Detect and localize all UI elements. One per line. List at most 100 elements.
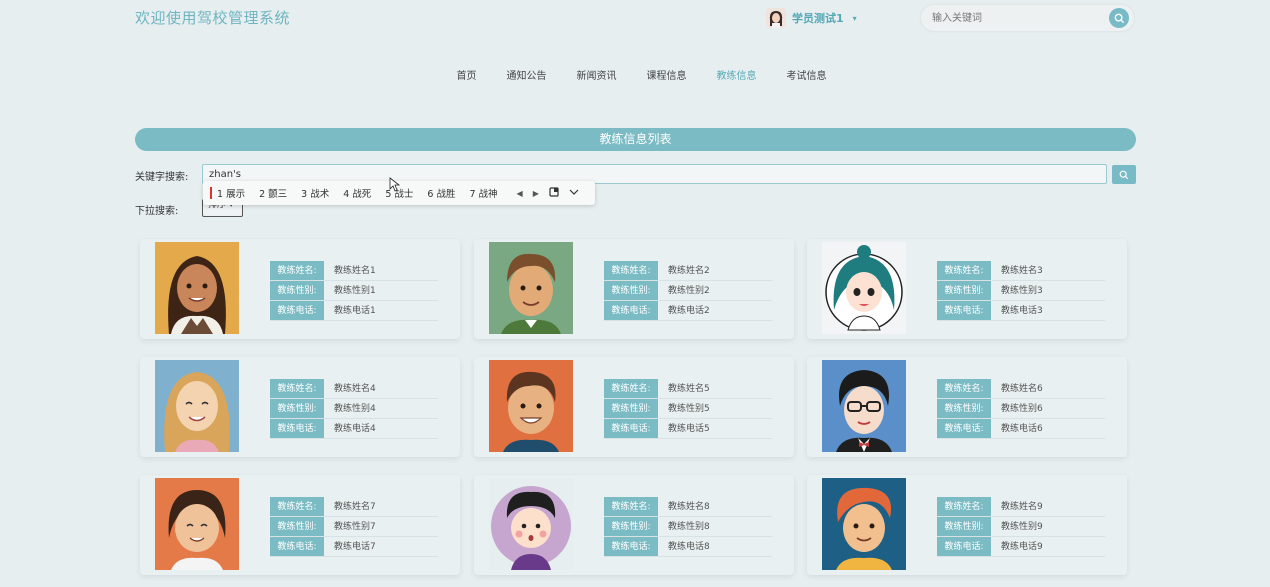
coach-gender-row: 教练性别: 教练性别8	[604, 517, 772, 537]
coach-info-table: 教练姓名: 教练姓名4 教练性别: 教练性别4 教练电话: 教练电话4	[270, 379, 438, 439]
coach-phone-label: 教练电话:	[937, 419, 991, 438]
coach-phone-row: 教练电话: 教练电话5	[604, 419, 772, 439]
ime-next-icon[interactable]: ▶	[533, 189, 539, 198]
coach-info-table: 教练姓名: 教练姓名7 教练性别: 教练性别7 教练电话: 教练电话7	[270, 497, 438, 557]
coach-gender-label: 教练性别:	[937, 517, 991, 536]
coach-gender-value: 教练性别9	[1001, 522, 1043, 532]
coach-phone-row: 教练电话: 教练电话4	[270, 419, 438, 439]
ime-highlight-marker	[210, 187, 212, 199]
nav-item-news[interactable]: 新闻资讯	[562, 67, 632, 82]
coach-name-value: 教练姓名3	[1001, 266, 1043, 276]
coach-phone-label: 教练电话:	[604, 301, 658, 320]
coach-name-label: 教练姓名:	[604, 379, 658, 398]
coach-phone-label: 教练电话:	[270, 419, 324, 438]
coach-gender-value: 教练性别6	[1001, 404, 1043, 414]
coach-name-value: 教练姓名7	[334, 502, 376, 512]
coach-phone-value: 教练电话5	[668, 424, 710, 434]
mouse-cursor-icon	[389, 177, 400, 192]
coach-gender-row: 教练性别: 教练性别1	[270, 281, 438, 301]
coach-gender-row: 教练性别: 教练性别5	[604, 399, 772, 419]
coach-gender-label: 教练性别:	[604, 399, 658, 418]
coach-phone-row: 教练电话: 教练电话3	[937, 301, 1105, 321]
ime-candidate[interactable]: 1 展示	[217, 186, 245, 200]
coach-gender-value: 教练性别8	[668, 522, 710, 532]
coach-gender-row: 教练性别: 教练性别4	[270, 399, 438, 419]
coach-card[interactable]: 教练姓名: 教练姓名2 教练性别: 教练性别2 教练电话: 教练电话2	[474, 239, 794, 339]
nav-item-courses[interactable]: 课程信息	[632, 67, 702, 82]
nav-item-notices[interactable]: 通知公告	[492, 67, 562, 82]
coach-info-table: 教练姓名: 教练姓名3 教练性别: 教练性别3 教练电话: 教练电话3	[937, 261, 1105, 321]
coach-name-label: 教练姓名:	[604, 261, 658, 280]
ime-candidate[interactable]: 2 颤三	[259, 186, 287, 200]
coach-gender-value: 教练性别2	[668, 286, 710, 296]
coach-name-value: 教练姓名9	[1001, 502, 1043, 512]
coach-name-label: 教练姓名:	[937, 261, 991, 280]
coach-name-row: 教练姓名: 教练姓名2	[604, 261, 772, 281]
main-nav: 首页 通知公告 新闻资讯 课程信息 教练信息 考试信息	[0, 67, 1270, 82]
list-title-banner: 教练信息列表	[135, 128, 1136, 151]
coach-photo[interactable]	[155, 360, 239, 452]
nav-item-exams[interactable]: 考试信息	[772, 67, 842, 82]
coach-phone-label: 教练电话:	[604, 419, 658, 438]
coach-name-row: 教练姓名: 教练姓名6	[937, 379, 1105, 399]
coach-card[interactable]: 教练姓名: 教练姓名4 教练性别: 教练性别4 教练电话: 教练电话4	[140, 357, 460, 457]
coach-photo[interactable]	[155, 478, 239, 570]
ime-candidate[interactable]: 6 战胜	[427, 186, 455, 200]
coach-photo[interactable]	[155, 242, 239, 334]
coach-name-row: 教练姓名: 教练姓名7	[270, 497, 438, 517]
coach-card[interactable]: 教练姓名: 教练姓名1 教练性别: 教练性别1 教练电话: 教练电话1	[140, 239, 460, 339]
coach-card[interactable]: 教练姓名: 教练姓名3 教练性别: 教练性别3 教练电话: 教练电话3	[807, 239, 1127, 339]
coach-gender-row: 教练性别: 教练性别7	[270, 517, 438, 537]
ime-candidate[interactable]: 7 战神	[469, 186, 497, 200]
coach-gender-label: 教练性别:	[937, 281, 991, 300]
coach-phone-value: 教练电话2	[668, 306, 710, 316]
coach-card[interactable]: 教练姓名: 教练姓名9 教练性别: 教练性别9 教练电话: 教练电话9	[807, 475, 1127, 575]
coach-phone-label: 教练电话:	[937, 537, 991, 556]
coach-gender-value: 教练性别3	[1001, 286, 1043, 296]
coach-photo[interactable]	[822, 478, 906, 570]
coach-name-row: 教练姓名: 教练姓名5	[604, 379, 772, 399]
coach-name-label: 教练姓名:	[270, 497, 324, 516]
ime-menu-icon[interactable]	[549, 187, 559, 199]
coach-photo[interactable]	[489, 360, 573, 452]
coach-photo[interactable]	[489, 478, 573, 570]
header-search-button[interactable]	[1109, 8, 1129, 28]
coach-name-row: 教练姓名: 教练姓名1	[270, 261, 438, 281]
coach-card[interactable]: 教练姓名: 教练姓名6 教练性别: 教练性别6 教练电话: 教练电话6	[807, 357, 1127, 457]
coach-gender-label: 教练性别:	[604, 517, 658, 536]
dropdown-search-label: 下拉搜索:	[135, 206, 179, 217]
ime-candidate[interactable]: 4 战死	[343, 186, 371, 200]
header-search-input[interactable]	[932, 9, 1102, 27]
coach-gender-label: 教练性别:	[937, 399, 991, 418]
ime-prev-icon[interactable]: ◀	[517, 189, 523, 198]
coach-card[interactable]: 教练姓名: 教练姓名7 教练性别: 教练性别7 教练电话: 教练电话7	[140, 475, 460, 575]
search-icon	[1114, 13, 1124, 23]
coach-gender-row: 教练性别: 教练性别3	[937, 281, 1105, 301]
keyword-search-button[interactable]	[1112, 165, 1136, 184]
coach-phone-row: 教练电话: 教练电话7	[270, 537, 438, 557]
nav-item-home[interactable]: 首页	[442, 67, 492, 82]
coach-info-table: 教练姓名: 教练姓名5 教练性别: 教练性别5 教练电话: 教练电话5	[604, 379, 772, 439]
coach-info-table: 教练姓名: 教练姓名2 教练性别: 教练性别2 教练电话: 教练电话2	[604, 261, 772, 321]
coach-info-table: 教练姓名: 教练姓名9 教练性别: 教练性别9 教练电话: 教练电话9	[937, 497, 1105, 557]
ime-expand-icon[interactable]	[569, 188, 579, 198]
coach-card[interactable]: 教练姓名: 教练姓名5 教练性别: 教练性别5 教练电话: 教练电话5	[474, 357, 794, 457]
coach-phone-value: 教练电话1	[334, 306, 376, 316]
ime-candidate[interactable]: 3 战术	[301, 186, 329, 200]
coach-name-label: 教练姓名:	[937, 497, 991, 516]
coach-gender-label: 教练性别:	[270, 281, 324, 300]
coach-name-row: 教练姓名: 教练姓名9	[937, 497, 1105, 517]
coach-phone-label: 教练电话:	[937, 301, 991, 320]
coach-info-table: 教练姓名: 教练姓名6 教练性别: 教练性别6 教练电话: 教练电话6	[937, 379, 1105, 439]
coach-photo[interactable]	[822, 242, 906, 334]
coach-photo[interactable]	[489, 242, 573, 334]
coach-phone-label: 教练电话:	[270, 537, 324, 556]
user-menu[interactable]: 学员测试1 ▾	[766, 8, 857, 28]
coach-phone-label: 教练电话:	[604, 537, 658, 556]
coach-phone-value: 教练电话7	[334, 542, 376, 552]
coach-photo[interactable]	[822, 360, 906, 452]
coach-card[interactable]: 教练姓名: 教练姓名8 教练性别: 教练性别8 教练电话: 教练电话8	[474, 475, 794, 575]
nav-item-coaches[interactable]: 教练信息	[702, 67, 772, 82]
coach-name-value: 教练姓名5	[668, 384, 710, 394]
coach-phone-value: 教练电话9	[1001, 542, 1043, 552]
